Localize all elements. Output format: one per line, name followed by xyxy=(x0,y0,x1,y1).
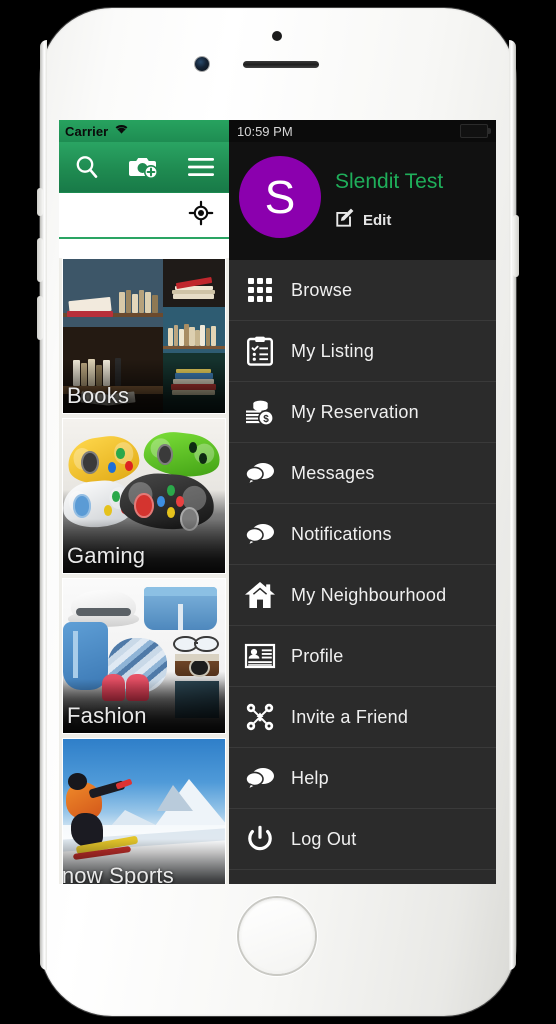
drawer-profile-header: S Slendit Test Edit xyxy=(229,142,496,260)
profile-name: Slendit Test xyxy=(335,170,444,193)
edit-pencil-icon xyxy=(335,208,354,232)
chat-bubble-icon xyxy=(229,766,291,791)
share-network-icon xyxy=(229,702,291,732)
status-time: 10:59 PM xyxy=(237,123,293,139)
menu-label: My Listing xyxy=(291,340,375,361)
menu-item-my-neighbourhood[interactable]: My Neighbourhood xyxy=(229,565,496,626)
crosshair-location-icon[interactable] xyxy=(188,200,214,230)
menu-item-invite-a-friend[interactable]: Invite a Friend xyxy=(229,687,496,748)
menu-label: Help xyxy=(291,767,329,788)
location-search-bar[interactable] xyxy=(59,192,229,239)
chat-bubbles-icon xyxy=(229,461,291,486)
glasses-shape xyxy=(173,635,219,653)
menu-label: Browse xyxy=(291,279,353,300)
category-label-snow-sports: Snow Sports xyxy=(62,863,174,884)
avatar[interactable]: S xyxy=(239,156,321,238)
clipboard-list-icon xyxy=(229,336,291,366)
screenshot-stage: Carrier Books Gaming Fashion now Sports … xyxy=(0,0,556,1024)
drawer-menu-list: Browse My Listing $ My Reservation Messa… xyxy=(229,260,496,884)
edit-label: Edit xyxy=(363,211,392,229)
earpiece-speaker xyxy=(243,61,319,68)
avatar-initial: S xyxy=(264,171,296,223)
svg-text:$: $ xyxy=(263,414,269,425)
phone-left-edge xyxy=(40,40,47,970)
hamburger-menu-icon[interactable] xyxy=(187,156,215,178)
menu-label: Messages xyxy=(291,462,375,483)
power-button[interactable] xyxy=(513,215,519,277)
id-card-icon xyxy=(229,643,291,669)
menu-item-profile[interactable]: Profile xyxy=(229,626,496,687)
volume-up-button[interactable] xyxy=(37,238,43,282)
menu-item-messages[interactable]: Messages xyxy=(229,443,496,504)
category-tile-list[interactable]: Books Gaming Fashion now Sports xyxy=(59,258,229,884)
carrier-label: Carrier xyxy=(65,123,109,139)
power-icon xyxy=(229,825,291,853)
home-button[interactable] xyxy=(239,898,315,974)
edit-profile-button[interactable]: Edit xyxy=(335,208,391,232)
menu-item-log-out[interactable]: Log Out xyxy=(229,809,496,870)
home-button-inner xyxy=(242,901,312,971)
chat-bubbles-icon xyxy=(229,522,291,547)
menu-item-notifications[interactable]: Notifications xyxy=(229,504,496,565)
front-camera xyxy=(195,57,209,71)
menu-label: My Reservation xyxy=(291,401,419,422)
menu-item-browse[interactable]: Browse xyxy=(229,260,496,321)
phone-right-edge xyxy=(509,40,516,970)
camera-add-icon[interactable] xyxy=(129,154,159,180)
volume-down-button[interactable] xyxy=(37,296,43,340)
category-label-fashion: Fashion xyxy=(67,703,147,728)
menu-label: My Neighbourhood xyxy=(291,584,447,605)
menu-label: Log Out xyxy=(291,828,357,849)
menu-item-my-listing[interactable]: My Listing xyxy=(229,321,496,382)
menu-item-my-reservation[interactable]: $ My Reservation xyxy=(229,382,496,443)
phone-screen: Carrier Books Gaming Fashion now Sports … xyxy=(59,120,496,884)
money-coins-icon: $ xyxy=(229,398,291,426)
category-tile-books[interactable]: Books xyxy=(62,258,226,414)
app-content-pane: Carrier Books Gaming Fashion now Sports xyxy=(59,120,229,884)
proximity-sensor xyxy=(272,31,282,41)
category-label-books: Books xyxy=(67,383,130,408)
category-tile-gaming[interactable]: Gaming xyxy=(62,418,226,574)
category-tile-snow-sports[interactable]: Snow Sports xyxy=(62,738,226,884)
status-bar-right: 10:59 PM xyxy=(229,120,496,142)
category-label-gaming: Gaming xyxy=(67,543,146,568)
app-navigation-bar xyxy=(59,142,229,192)
side-drawer: 10:59 PM S Slendit Test Edit Browse My L… xyxy=(229,120,496,884)
menu-label: Notifications xyxy=(291,523,392,544)
menu-item-help[interactable]: Help xyxy=(229,748,496,809)
menu-bottom-filler xyxy=(229,870,496,884)
search-icon[interactable] xyxy=(73,153,101,181)
wifi-icon xyxy=(113,122,130,140)
grid-apps-icon xyxy=(229,277,291,303)
menu-label: Invite a Friend xyxy=(291,706,409,727)
silent-switch[interactable] xyxy=(37,188,43,216)
category-tile-fashion[interactable]: Fashion xyxy=(62,578,226,734)
battery-icon xyxy=(460,124,491,138)
house-icon xyxy=(229,581,291,609)
menu-label: Profile xyxy=(291,645,344,666)
status-bar-left: Carrier xyxy=(59,120,229,142)
